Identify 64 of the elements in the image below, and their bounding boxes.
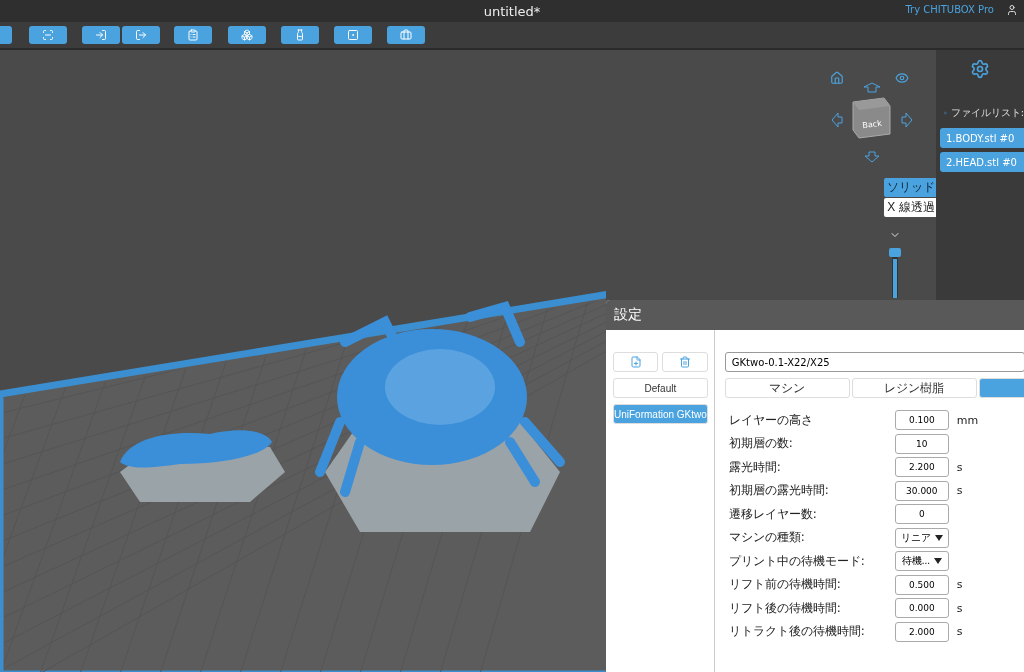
parameter-dropdown[interactable]: 待機... bbox=[894, 551, 949, 571]
caret-icon bbox=[934, 558, 942, 564]
toolbar-button[interactable] bbox=[228, 26, 266, 44]
delete-button[interactable] bbox=[662, 352, 708, 372]
parameter-label: プリント中の待機モード: bbox=[728, 552, 866, 570]
exit-arrow-icon bbox=[135, 29, 147, 41]
toolbar-button[interactable] bbox=[122, 26, 160, 44]
briefcase-icon bbox=[400, 29, 412, 41]
toolbar-button[interactable] bbox=[174, 26, 212, 44]
toolbar-button[interactable] bbox=[29, 26, 67, 44]
parameter-field[interactable]: 0.100 bbox=[894, 410, 949, 430]
window-title: untitled* bbox=[483, 3, 541, 19]
eye-icon[interactable] bbox=[895, 71, 909, 85]
user-icon[interactable] bbox=[1006, 4, 1018, 16]
unit-label: s bbox=[955, 625, 964, 638]
toolbar-button[interactable] bbox=[82, 26, 120, 44]
parameter-label: レイヤーの高さ bbox=[728, 411, 814, 429]
parameter-field[interactable]: 30.000 bbox=[894, 480, 949, 501]
unit-label: s bbox=[955, 460, 964, 474]
promo-link[interactable]: Try CHITUBOX Pro bbox=[905, 4, 994, 15]
unit-label: mm bbox=[955, 413, 980, 427]
unit-label: s bbox=[955, 578, 964, 591]
dialog-title: 設定 bbox=[606, 300, 1024, 330]
unit-label: s bbox=[955, 484, 964, 497]
render-mode-button[interactable]: X 線透過 bbox=[884, 198, 936, 217]
settings-tab[interactable]: レジン樹脂 bbox=[851, 378, 977, 398]
profile-item[interactable]: Default bbox=[613, 378, 708, 398]
parameter-field[interactable]: 2.000 bbox=[894, 621, 949, 642]
toolbar-button[interactable] bbox=[334, 26, 372, 44]
frame-icon bbox=[42, 29, 54, 41]
parameter-field[interactable]: 10 bbox=[894, 433, 949, 454]
caret-icon bbox=[934, 534, 943, 541]
clipboard-icon bbox=[187, 29, 199, 41]
parameter-field[interactable]: 2.200 bbox=[894, 457, 949, 477]
add-profile-button[interactable] bbox=[613, 352, 659, 372]
toolbar-button[interactable] bbox=[281, 26, 319, 44]
parameter-label: 露光時間: bbox=[728, 458, 782, 476]
toolbar-button[interactable] bbox=[387, 26, 425, 44]
parameter-label: 初期層の露光時間: bbox=[728, 482, 830, 499]
square-icon bbox=[347, 29, 359, 41]
trash-icon bbox=[679, 356, 692, 368]
settings-tab[interactable] bbox=[978, 378, 1024, 398]
file-plus-icon bbox=[629, 356, 642, 368]
settings-tab[interactable]: マシン bbox=[724, 378, 850, 398]
parameter-label: 初期層の数: bbox=[728, 435, 794, 452]
cubes-icon bbox=[241, 29, 253, 41]
settings-icon[interactable] bbox=[970, 59, 990, 79]
parameter-label: リフト後の待機時間: bbox=[728, 599, 842, 617]
profile-name-field[interactable]: GKtwo-0.1-X22/X25 bbox=[724, 352, 1024, 372]
enter-arrow-icon bbox=[95, 29, 107, 41]
home-icon[interactable] bbox=[830, 71, 844, 85]
layer-slider-thumb[interactable] bbox=[889, 248, 901, 257]
bottle-icon bbox=[294, 29, 306, 41]
parameter-label: マシンの種類: bbox=[728, 529, 806, 546]
unit-label: s bbox=[955, 601, 964, 615]
parameter-field[interactable]: 0.500 bbox=[894, 574, 949, 595]
parameter-label: リフト前の待機時間: bbox=[728, 576, 842, 593]
parameter-field[interactable]: 0.000 bbox=[894, 598, 949, 618]
parameter-dropdown[interactable]: リニア bbox=[894, 527, 949, 548]
render-mode-button[interactable]: ソリッド bbox=[884, 178, 936, 197]
file-list-title: ファイルリスト: bbox=[950, 106, 1024, 120]
parameter-label: 遷移レイヤー数: bbox=[728, 505, 818, 523]
parameter-field[interactable]: 0 bbox=[894, 504, 949, 524]
parameter-label: リトラクト後の待機時間: bbox=[728, 623, 866, 640]
